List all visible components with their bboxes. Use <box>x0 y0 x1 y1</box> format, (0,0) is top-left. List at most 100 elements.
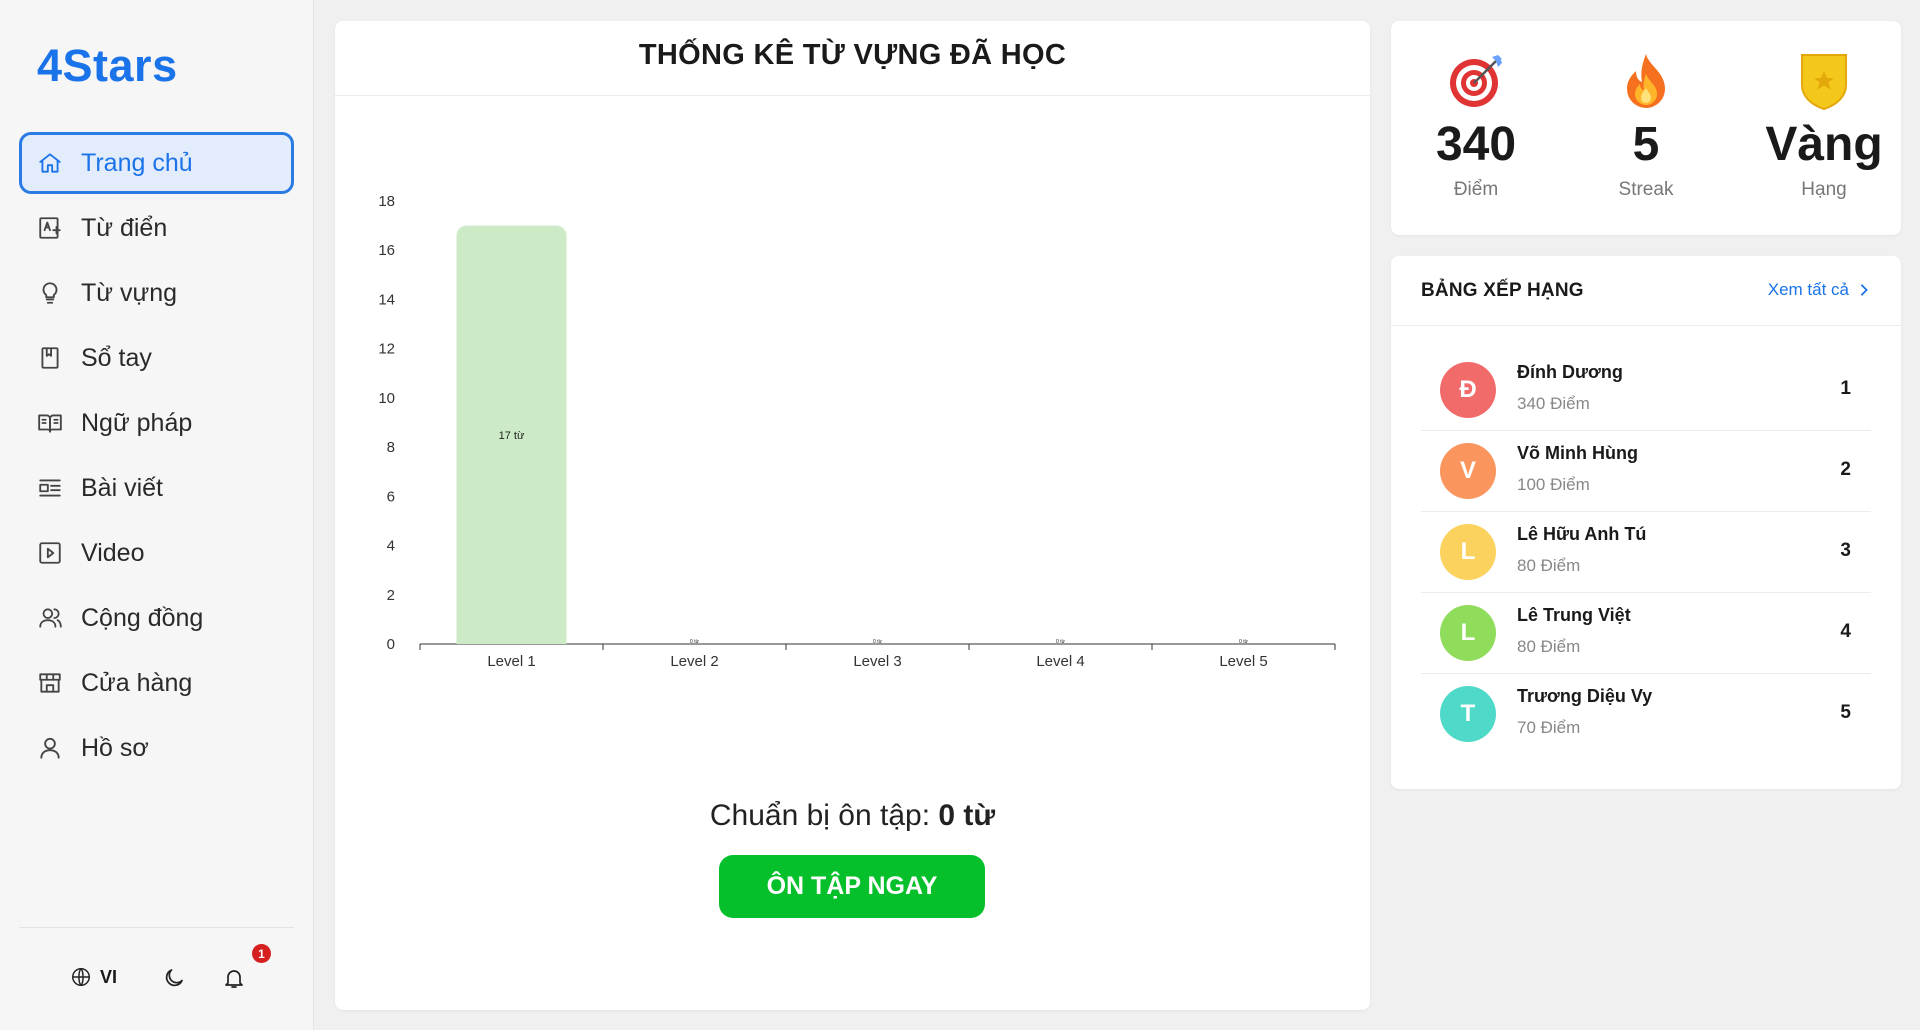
sidebar-divider <box>19 927 294 928</box>
sidebar-item-video[interactable]: Video <box>19 522 294 584</box>
review-now-button[interactable]: ÔN TẬP NGAY <box>719 855 985 918</box>
y-tick-label: 18 <box>378 193 395 210</box>
y-tick-label: 8 <box>387 439 395 456</box>
sidebar-item-grammar[interactable]: Ngữ pháp <box>19 392 294 454</box>
user-stats-card: 340 Điểm 5 Streak Vàng Hạng <box>1391 21 1901 235</box>
sidebar-item-label: Sổ tay <box>81 343 152 372</box>
community-icon <box>35 603 65 633</box>
avatar: L <box>1440 524 1496 580</box>
user-name: Trương Diệu Vy <box>1517 686 1653 706</box>
chevron-right-icon <box>1860 284 1868 296</box>
leaderboard-row[interactable]: L Lê Trung Việt 80 Điểm 4 <box>1421 593 1871 674</box>
dictionary-icon <box>35 213 65 243</box>
notification-badge: 1 <box>252 944 271 963</box>
x-tick-label: Level 3 <box>853 653 901 670</box>
sidebar-item-label: Ngữ pháp <box>81 408 193 437</box>
sidebar-item-label: Bài viết <box>81 473 163 502</box>
leaderboard-row[interactable]: T Trương Diệu Vy 70 Điểm 5 <box>1421 674 1871 755</box>
language-switcher[interactable]: VI <box>70 966 117 988</box>
y-tick-label: 4 <box>387 538 395 555</box>
vocabulary-stats-card: THỐNG KÊ TỪ VỰNG ĐÃ HỌC 0 2 4 6 8 10 12 14 16 18 1… <box>335 21 1370 1010</box>
user-points: 80 Điểm <box>1517 556 1581 575</box>
review-label: Chuẩn bị ôn tập: <box>709 799 939 832</box>
points-value: 340 <box>1435 118 1517 171</box>
user-rank: 1 <box>1840 378 1851 399</box>
sidebar-item-profile[interactable]: Hồ sơ <box>19 717 294 779</box>
theme-toggle[interactable] <box>162 966 186 995</box>
sidebar-item-store[interactable]: Cửa hàng <box>19 652 294 714</box>
streak-value: 5 <box>1632 118 1660 171</box>
vocabulary-level-chart: 0 2 4 6 8 10 12 14 16 18 17 từ Level 1 0 từ Level 2 0 … <box>375 193 1336 721</box>
app-logo[interactable]: 4Stars <box>37 40 178 92</box>
user-name: Đính Dương <box>1517 362 1623 382</box>
sidebar-item-label: Trang chủ <box>81 148 193 177</box>
leaderboard-card: BẢNG XẾP HẠNG Xem tất cả Đ Đính Dương 34… <box>1391 256 1901 789</box>
points-caption: Điểm <box>1453 179 1499 200</box>
bar-data-label: 0 từ <box>690 639 700 645</box>
user-rank: 3 <box>1840 540 1851 561</box>
bar-data-label: 17 từ <box>499 430 525 442</box>
user-rank: 5 <box>1840 702 1851 723</box>
sidebar-item-vocabulary[interactable]: Từ vựng <box>19 262 294 324</box>
leaderboard-list: Đ Đính Dương 340 Điểm 1 V Võ Minh Hùng 1… <box>1421 350 1871 755</box>
sidebar-nav: Trang chủ Từ điển Từ vựng Sổ tay Ngữ phá… <box>19 132 294 782</box>
sidebar: 4Stars Trang chủ Từ điển Từ vựng Sổ tay … <box>0 0 314 1030</box>
page-title: THỐNG KÊ TỪ VỰNG ĐÃ HỌC <box>638 39 1067 71</box>
y-tick-label: 12 <box>378 341 395 358</box>
y-tick-label: 16 <box>378 242 395 259</box>
review-count: 0 từ <box>938 799 996 832</box>
user-name: Võ Minh Hùng <box>1517 443 1638 463</box>
notifications-button[interactable] <box>222 966 246 995</box>
bar-data-label: 0 từ <box>873 639 883 645</box>
user-rank: 4 <box>1840 621 1851 642</box>
home-icon <box>35 148 65 178</box>
fire-icon <box>1571 51 1721 111</box>
book-open-icon <box>35 408 65 438</box>
user-name: Lê Hữu Anh Tú <box>1517 524 1647 544</box>
x-tick-label: Level 4 <box>1036 653 1084 670</box>
avatar: L <box>1440 605 1496 661</box>
x-tick-label: Level 2 <box>670 653 718 670</box>
user-points: 80 Điểm <box>1517 637 1581 656</box>
leaderboard-title: BẢNG XẾP HẠNG <box>1421 280 1584 301</box>
avatar: T <box>1440 686 1496 742</box>
leaderboard-row[interactable]: L Lê Hữu Anh Tú 80 Điểm 3 <box>1421 512 1871 593</box>
notebook-icon <box>35 343 65 373</box>
view-all-link[interactable]: Xem tất cả <box>1768 280 1871 300</box>
bar-data-label: 0 từ <box>1239 639 1249 645</box>
card-divider <box>335 95 1370 96</box>
user-name: Lê Trung Việt <box>1517 605 1631 625</box>
store-icon <box>35 668 65 698</box>
sidebar-item-home[interactable]: Trang chủ <box>19 132 294 194</box>
x-tick-label: Level 5 <box>1219 653 1267 670</box>
x-tick-label: Level 1 <box>487 653 535 670</box>
sidebar-item-community[interactable]: Cộng đồng <box>19 587 294 649</box>
view-all-label: Xem tất cả <box>1767 280 1849 299</box>
rank-value: Vàng <box>1765 118 1883 171</box>
avatar: V <box>1440 443 1496 499</box>
leaderboard-divider <box>1391 325 1901 326</box>
review-summary: Chuẩn bị ôn tập: 0 từ <box>335 799 1370 833</box>
y-tick-label: 2 <box>387 587 395 604</box>
bar-chart-svg: 0 2 4 6 8 10 12 14 16 18 17 từ Level 1 0 từ Level 2 0 … <box>378 193 1336 670</box>
bell-icon <box>225 970 243 988</box>
sidebar-item-notebook[interactable]: Sổ tay <box>19 327 294 389</box>
play-icon <box>35 538 65 568</box>
leaderboard-row[interactable]: Đ Đính Dương 340 Điểm 1 <box>1421 350 1871 431</box>
moon-icon <box>165 969 183 987</box>
sidebar-item-articles[interactable]: Bài viết <box>19 457 294 519</box>
sidebar-item-dictionary[interactable]: Từ điển <box>19 197 294 259</box>
sidebar-item-label: Từ vựng <box>81 278 177 307</box>
lightbulb-icon <box>35 278 65 308</box>
sidebar-item-label: Cộng đồng <box>81 603 204 632</box>
leaderboard-row[interactable]: V Võ Minh Hùng 100 Điểm 2 <box>1421 431 1871 512</box>
sidebar-item-label: Video <box>81 538 145 567</box>
sidebar-item-label: Cửa hàng <box>81 668 193 697</box>
avatar: Đ <box>1440 362 1496 418</box>
rank-stat: Vàng Hạng <box>1749 51 1899 201</box>
user-points: 100 Điểm <box>1517 475 1590 494</box>
user-rank: 2 <box>1840 459 1851 480</box>
y-tick-label: 10 <box>378 390 395 407</box>
bar-base <box>456 634 567 644</box>
target-icon <box>1401 51 1551 111</box>
